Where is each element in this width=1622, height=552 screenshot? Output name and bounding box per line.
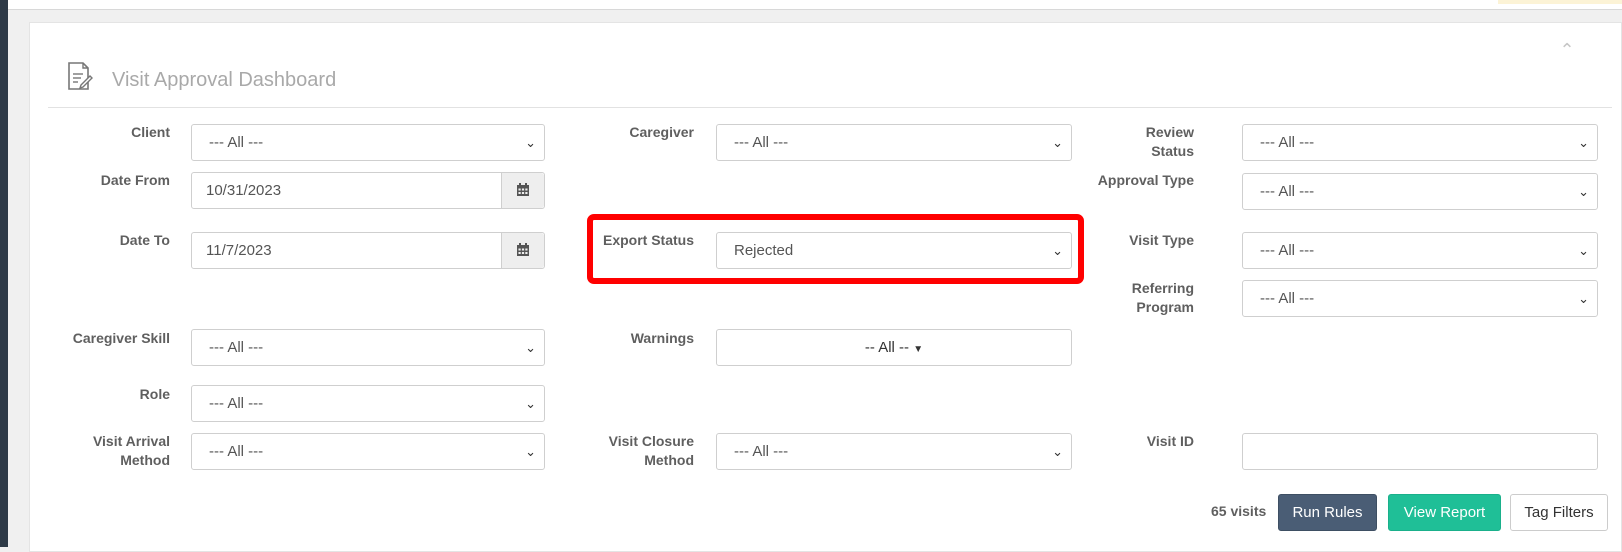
chevron-down-icon: ⌄	[525, 444, 536, 459]
role-label: Role	[139, 386, 170, 402]
visit-closure-method-label-line1: Visit Closure	[608, 433, 694, 449]
date-from-label: Date From	[100, 172, 170, 188]
visit-id-label: Visit ID	[1146, 433, 1194, 449]
referring-program-label-line2: Program	[1136, 299, 1194, 315]
visit-count: 65 visits	[1211, 503, 1267, 519]
client-label: Client	[131, 124, 170, 140]
date-to-value: 11/7/2023	[206, 242, 272, 259]
review-status-select[interactable]: --- All --- ⌄	[1242, 124, 1598, 161]
review-status-label: Review Status	[1145, 124, 1194, 159]
client-select[interactable]: --- All --- ⌄	[191, 124, 545, 161]
view-report-button[interactable]: View Report	[1388, 494, 1501, 531]
chevron-down-icon: ⌄	[1578, 184, 1589, 199]
date-from-calendar-button[interactable]	[501, 173, 544, 208]
date-from-value: 10/31/2023	[206, 182, 282, 199]
warnings-label: Warnings	[630, 330, 694, 346]
highlight-box	[587, 214, 1084, 284]
top-notification-strip	[1498, 0, 1622, 4]
review-status-select-value: --- All ---	[1260, 134, 1315, 151]
caregiver-label: Caregiver	[629, 124, 694, 140]
chevron-down-icon: ⌄	[1052, 444, 1063, 459]
chevron-down-icon: ⌄	[1052, 135, 1063, 150]
client-select-value: --- All ---	[209, 134, 264, 151]
warnings-dropdown[interactable]: -- All -- ▼	[716, 329, 1072, 366]
chevron-down-icon: ⌄	[1578, 243, 1589, 258]
visit-closure-method-select[interactable]: --- All --- ⌄	[716, 433, 1072, 470]
title-divider	[48, 107, 1612, 108]
visit-type-select[interactable]: --- All --- ⌄	[1242, 232, 1598, 269]
calendar-icon	[517, 183, 529, 196]
visit-arrival-method-select-value: --- All ---	[209, 443, 264, 460]
caregiver-select[interactable]: --- All --- ⌄	[716, 124, 1072, 161]
role-select-value: --- All ---	[209, 395, 264, 412]
caregiver-skill-label: Caregiver Skill	[72, 330, 170, 346]
chevron-up-icon[interactable]: ⌃	[1556, 40, 1578, 60]
document-edit-icon	[68, 62, 93, 90]
referring-program-select[interactable]: --- All --- ⌄	[1242, 280, 1598, 317]
visit-id-input[interactable]	[1242, 433, 1598, 470]
chevron-down-icon: ⌄	[1578, 135, 1589, 150]
approval-type-label: Approval Type	[1097, 172, 1194, 188]
chevron-down-icon: ⌄	[1578, 291, 1589, 306]
chevron-down-icon: ⌄	[525, 340, 536, 355]
chevron-down-icon: ⌄	[525, 396, 536, 411]
date-to-label: Date To	[119, 232, 170, 248]
page-title: Visit Approval Dashboard	[112, 69, 337, 91]
caret-down-icon: ▼	[913, 344, 924, 355]
caregiver-skill-select-value: --- All ---	[209, 339, 264, 356]
run-rules-button[interactable]: Run Rules	[1278, 494, 1377, 531]
visit-arrival-method-label-line1: Visit Arrival	[92, 433, 170, 449]
referring-program-label-line1: Referring	[1131, 280, 1194, 296]
approval-type-select-value: --- All ---	[1260, 183, 1315, 200]
referring-program-label: Referring Program	[1100, 279, 1194, 317]
date-from-input[interactable]: 10/31/2023	[191, 172, 545, 209]
caregiver-skill-select[interactable]: --- All --- ⌄	[191, 329, 545, 366]
date-to-input[interactable]: 11/7/2023	[191, 232, 545, 269]
calendar-icon	[517, 243, 529, 256]
role-select[interactable]: --- All --- ⌄	[191, 385, 545, 422]
tag-filters-button[interactable]: Tag Filters	[1510, 494, 1608, 531]
caregiver-select-value: --- All ---	[734, 134, 789, 151]
referring-program-select-value: --- All ---	[1260, 290, 1315, 307]
warnings-dropdown-value: -- All --	[864, 339, 910, 356]
approval-type-select[interactable]: --- All --- ⌄	[1242, 173, 1598, 210]
visit-type-select-value: --- All ---	[1260, 242, 1315, 259]
chevron-down-icon: ⌄	[525, 135, 536, 150]
visit-closure-method-label: Visit Closure Method	[590, 432, 694, 470]
date-to-calendar-button[interactable]	[501, 233, 544, 268]
visit-closure-method-select-value: --- All ---	[734, 443, 789, 460]
visit-arrival-method-label: Visit Arrival Method	[60, 432, 170, 470]
top-bar	[8, 0, 1622, 10]
visit-arrival-method-select[interactable]: --- All --- ⌄	[191, 433, 545, 470]
visit-closure-method-label-line2: Method	[644, 452, 694, 468]
visit-arrival-method-label-line2: Method	[120, 452, 170, 468]
visit-type-label: Visit Type	[1129, 232, 1194, 248]
left-sidebar-edge	[0, 0, 8, 547]
